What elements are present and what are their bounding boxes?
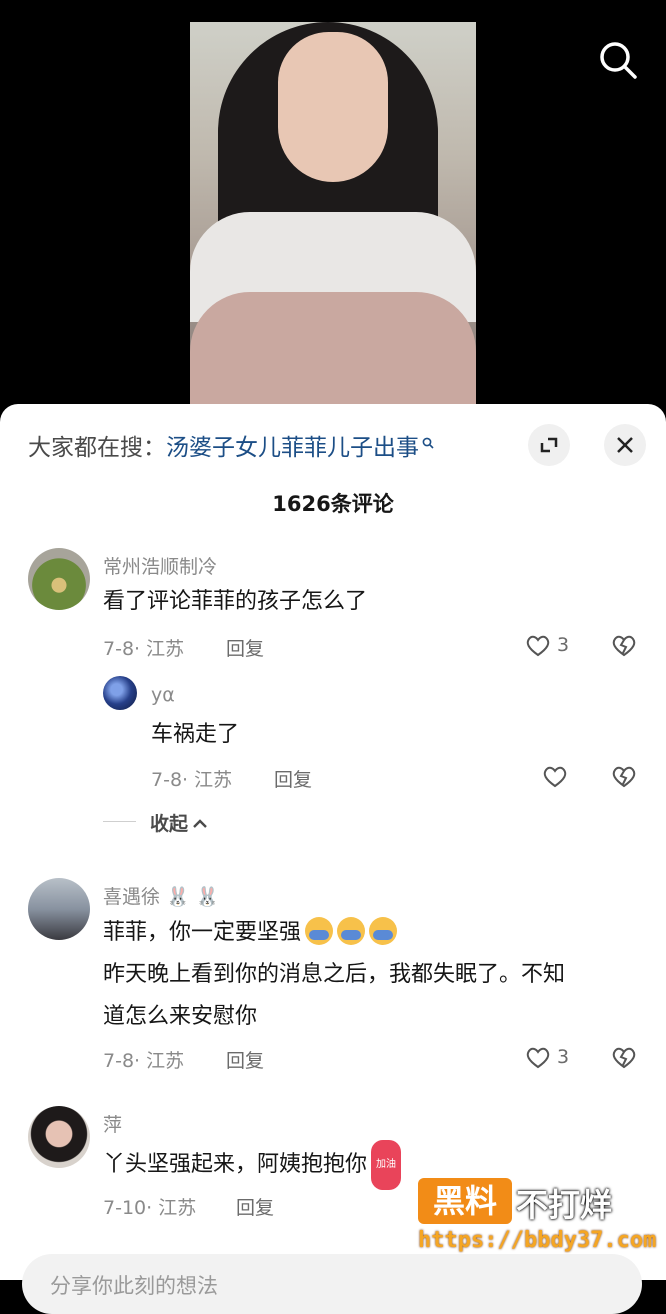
dislike-icon[interactable]	[610, 631, 638, 659]
suggestion-term[interactable]: 汤婆子女儿菲菲儿子出事	[166, 435, 419, 461]
watermark: 黑料 不打烊 https://bbdy37.com	[418, 1178, 662, 1264]
comment-text: 丫头坚强起来，阿姨抱抱你 加油	[103, 1140, 402, 1190]
avatar[interactable]	[28, 878, 90, 940]
input-placeholder: 分享你此刻的想法	[50, 1274, 218, 1298]
heart-icon[interactable]	[524, 631, 552, 659]
avatar[interactable]	[28, 1106, 90, 1168]
collapse-replies-button[interactable]: 收起	[150, 809, 208, 836]
comment-username[interactable]: 萍	[103, 1110, 122, 1137]
comment-text: 道怎么来安慰你	[103, 1004, 258, 1029]
reply-button[interactable]: 回复	[226, 634, 264, 661]
comment-count: 1626条评论	[272, 492, 394, 516]
comment-username[interactable]: 喜遇徐 🐰 🐰	[103, 882, 219, 909]
close-icon	[617, 437, 633, 453]
chevron-up-icon	[193, 819, 207, 828]
hug-emoji-icon	[369, 917, 398, 945]
suggestion-prefix: 大家都在搜：	[28, 435, 166, 461]
cheer-badge: 加油	[371, 1140, 402, 1190]
comment-meta: 7-8· 江苏	[151, 769, 233, 791]
video-frame	[190, 22, 476, 412]
comment-meta: 7-10· 江苏	[103, 1197, 197, 1219]
expand-icon	[540, 437, 558, 453]
watermark-url: https://bbdy37.com	[418, 1228, 657, 1253]
watermark-label: 黑料	[418, 1178, 512, 1224]
heart-icon[interactable]	[541, 762, 569, 790]
hug-emoji-icon	[305, 917, 334, 945]
heart-icon[interactable]	[524, 1043, 552, 1071]
like-count: 3	[557, 1046, 570, 1068]
reply-button[interactable]: 回复	[236, 1193, 274, 1220]
comment-username[interactable]: 常州浩顺制冷	[103, 552, 217, 579]
dislike-icon[interactable]	[610, 762, 638, 790]
watermark-text: 不打烊	[516, 1186, 613, 1224]
comment-username[interactable]: yα	[151, 684, 175, 706]
avatar[interactable]	[103, 676, 137, 710]
reply-button[interactable]: 回复	[226, 1046, 264, 1073]
comment-text: 车祸走了	[151, 722, 240, 747]
comment-meta: 7-8· 江苏	[103, 1050, 185, 1072]
video-player[interactable]	[0, 0, 666, 420]
like-count: 3	[557, 634, 570, 656]
comment-text: 看了评论菲菲的孩子怎么了	[103, 589, 368, 614]
hug-emoji-icon	[337, 917, 366, 945]
dislike-icon[interactable]	[610, 1043, 638, 1071]
comment-text: 菲菲，你一定要坚强	[103, 912, 398, 954]
search-suggestion[interactable]: 大家都在搜：汤婆子女儿菲菲儿子出事	[28, 428, 434, 462]
search-icon[interactable]	[596, 38, 640, 82]
comment-text: 昨天晚上看到你的消息之后，我都失眠了。不知	[103, 962, 566, 987]
comment-meta: 7-8· 江苏	[103, 638, 185, 660]
reply-button[interactable]: 回复	[274, 765, 312, 792]
close-button[interactable]	[604, 424, 646, 466]
small-search-icon	[422, 437, 434, 449]
avatar[interactable]	[28, 548, 90, 610]
divider	[103, 821, 136, 822]
expand-button[interactable]	[528, 424, 570, 466]
